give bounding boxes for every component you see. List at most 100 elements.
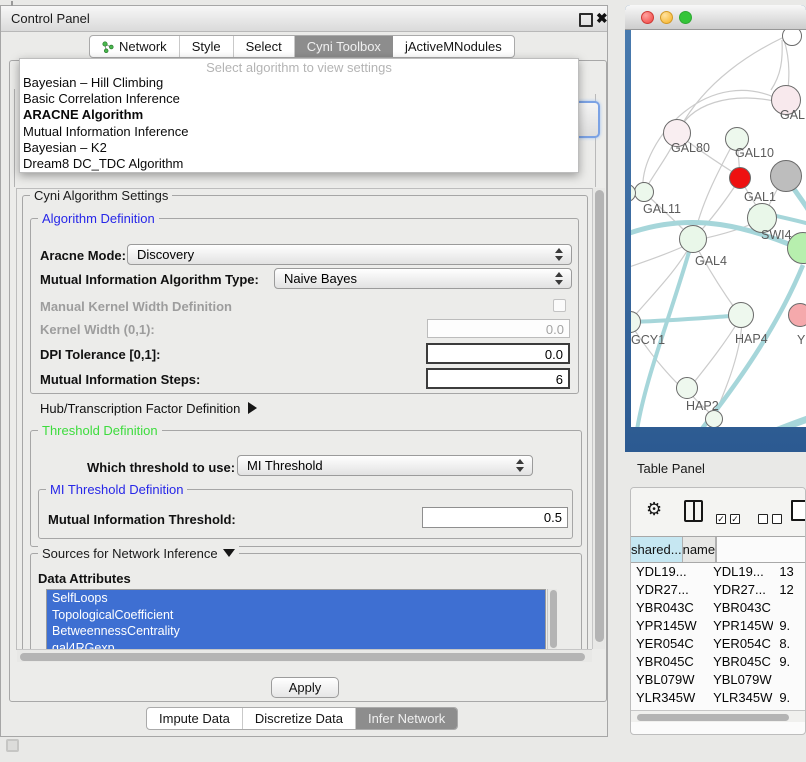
attribute-item-selected[interactable]: BetweennessCentrality — [47, 623, 545, 640]
kernel-width-field[interactable]: 0.0 — [427, 319, 570, 338]
table-row[interactable]: YBR043C YBR043C — [631, 599, 805, 617]
control-panel-tabs: Network Style — [89, 35, 515, 58]
network-node-label: GAL — [780, 108, 805, 122]
network-node[interactable] — [788, 303, 806, 327]
tab[interactable]: Select — [234, 36, 295, 57]
column-header-label: shared... — [631, 542, 682, 557]
mi-steps-field[interactable]: 6 — [426, 368, 570, 389]
dock-panel-icon[interactable] — [6, 739, 19, 752]
network-window-titlebar[interactable] — [625, 5, 806, 30]
table-row[interactable]: YDR27... YDR27... 12 — [631, 581, 805, 599]
network-node[interactable] — [729, 167, 751, 189]
hub-definition-expander[interactable]: Hub/Transcription Factor Definition — [40, 401, 257, 416]
sources-group-title[interactable]: Sources for Network Inference — [38, 546, 239, 561]
algorithm-option[interactable]: Basic Correlation Inference — [20, 91, 578, 107]
manual-kernel-width-checkbox[interactable] — [553, 299, 566, 312]
expand-arrow-icon — [248, 402, 257, 414]
table-row[interactable]: YDL19... YDL19... 13 — [631, 563, 805, 581]
algorithm-option[interactable]: Bayesian – K2 — [20, 140, 578, 156]
columns-icon[interactable] — [684, 500, 703, 522]
zoom-window-button[interactable] — [679, 11, 692, 24]
network-canvas[interactable]: GAL GAL80 GAL10 GAL1 — [631, 30, 806, 427]
cell-value: 9. — [773, 653, 805, 671]
network-view-window: GAL GAL80 GAL10 GAL1 — [625, 5, 806, 452]
column-header-label: name — [683, 542, 716, 557]
table-column-header[interactable] — [716, 537, 717, 562]
gear-icon[interactable]: ⚙ — [646, 499, 662, 519]
network-node[interactable] — [634, 182, 654, 202]
settings-horizontal-scrollbar[interactable] — [17, 649, 592, 662]
combo-spinner-icon — [516, 459, 525, 472]
algorithm-option[interactable]: ARACNE Algorithm — [20, 107, 578, 123]
algorithm-option[interactable]: Mutual Information Inference — [20, 124, 578, 140]
control-panel: Control Panel ✖ N — [0, 5, 608, 737]
unchecked-checkbox-icon[interactable] — [772, 514, 782, 524]
dpi-tolerance-field[interactable]: 0.0 — [426, 343, 570, 364]
document-icon[interactable] — [791, 500, 806, 521]
attribute-item-selected[interactable]: SelfLoops — [47, 590, 545, 607]
hidden-groupbox-border-fragment — [14, 89, 15, 187]
tab[interactable]: Discretize Data — [243, 708, 356, 729]
aracne-mode-label: Aracne Mode: — [40, 248, 126, 263]
aracne-mode-value: Discovery — [137, 247, 194, 262]
table-row[interactable]: YPR145W YPR145W 9. — [631, 617, 805, 635]
table-row[interactable]: YER054C YER054C 8. — [631, 635, 805, 653]
cell-shared-name: YDL19... — [631, 563, 708, 581]
settings-scroll-area: Cyni Algorithm Settings Algorithm Defini… — [16, 188, 593, 650]
tab[interactable]: Cyni Toolbox — [295, 36, 393, 57]
close-window-button[interactable] — [641, 11, 654, 24]
mi-algorithm-type-select[interactable]: Naive Bayes — [274, 268, 572, 289]
algorithm-option[interactable]: Bayesian – Hill Climbing — [20, 75, 578, 91]
combo-spinner-icon — [555, 248, 564, 261]
network-node[interactable] — [676, 377, 698, 399]
manual-kernel-width-label: Manual Kernel Width Definition — [40, 299, 232, 314]
which-threshold-select[interactable]: MI Threshold — [237, 455, 533, 476]
cell-name: YBR045C — [708, 653, 773, 671]
network-node[interactable] — [728, 302, 754, 328]
network-node-label: GAL11 — [643, 202, 681, 216]
data-attributes-list[interactable]: SelfLoops TopologicalCoefficient Between… — [46, 589, 546, 650]
mi-threshold-label: Mutual Information Threshold: — [48, 512, 236, 527]
algorithm-option[interactable]: Dream8 DC_TDC Algorithm — [20, 156, 578, 172]
mi-steps-label: Mutual Information Steps: — [40, 372, 200, 387]
tab[interactable]: Infer Network — [356, 708, 457, 729]
cell-name: YDR27... — [708, 581, 773, 599]
cell-shared-name: YDR27... — [631, 581, 708, 599]
cell-value: 9. — [773, 617, 805, 635]
apply-button[interactable]: Apply — [271, 677, 339, 698]
attribute-item-selected[interactable]: TopologicalCoefficient — [47, 607, 545, 624]
close-panel-icon[interactable]: ✖ — [596, 10, 608, 27]
network-node[interactable] — [631, 311, 641, 333]
network-node[interactable] — [782, 30, 802, 46]
minimize-window-button[interactable] — [660, 11, 673, 24]
tab[interactable]: Style — [180, 36, 234, 57]
network-node[interactable] — [705, 410, 723, 427]
settings-vertical-scrollbar[interactable] — [592, 188, 605, 649]
table-row[interactable]: YLR345W YLR345W 9. — [631, 689, 805, 707]
table-panel: ⚙ ✓ ✓ shared... name — [630, 487, 806, 735]
table-column-header[interactable]: name — [683, 537, 717, 562]
mi-threshold-field[interactable]: 0.5 — [422, 507, 568, 528]
screen: Control Panel ✖ N — [0, 0, 806, 762]
threshold-definition-title: Threshold Definition — [38, 423, 162, 438]
network-node[interactable] — [679, 225, 707, 253]
network-node-label: GAL4 — [695, 254, 727, 268]
network-node-label: GAL80 — [671, 141, 710, 155]
network-tab-icon — [102, 41, 114, 53]
aracne-mode-select[interactable]: Discovery — [127, 244, 572, 265]
unchecked-checkbox-icon[interactable] — [758, 514, 768, 524]
network-node[interactable] — [770, 160, 802, 192]
checked-checkbox-icon[interactable]: ✓ — [730, 514, 740, 524]
table-row[interactable]: YBR045C YBR045C 9. — [631, 653, 805, 671]
tab[interactable]: Network — [90, 36, 180, 57]
attributes-list-scrollbar[interactable] — [547, 589, 557, 650]
table-row[interactable]: YBL079W YBL079W — [631, 671, 805, 689]
table-column-header[interactable]: shared... — [631, 537, 683, 562]
cell-shared-name: YER054C — [631, 635, 708, 653]
tab[interactable]: jActiveMNodules — [393, 36, 514, 57]
tab[interactable]: Impute Data — [147, 708, 243, 729]
float-panel-icon[interactable] — [579, 13, 593, 27]
table-horizontal-scrollbar[interactable] — [631, 710, 806, 722]
checked-checkbox-icon[interactable]: ✓ — [716, 514, 726, 524]
network-node-label: GCY1 — [631, 333, 665, 347]
